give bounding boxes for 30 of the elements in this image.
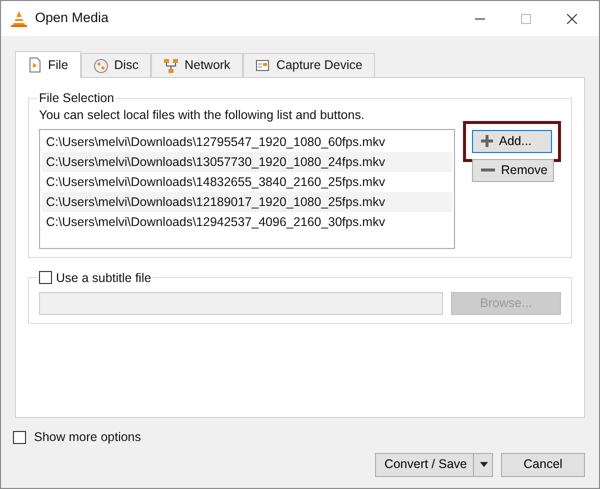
file-item[interactable]: C:\Users\melvi\Downloads\12795547_1920_1080_60fps.mkv: [42, 132, 452, 152]
screen-icon: [256, 58, 270, 74]
tab[interactable]: Network: [151, 53, 244, 77]
maximize-icon: [521, 14, 531, 24]
plus-icon: [481, 135, 493, 148]
hint-text: You can select local files with the following list and buttons.: [39, 107, 366, 124]
file-item[interactable]: C:\Users\melvi\Downloads\12942537_4096_2160_30fps.mkv: [42, 212, 452, 232]
file-icon: [28, 57, 42, 73]
file-item[interactable]: C:\Users\melvi\Downloads\14832655_3840_2160_25fps.mkv: [42, 172, 452, 192]
group-title: File Selection: [38, 90, 116, 106]
cone-icon: [11, 10, 27, 28]
network-icon: [164, 58, 178, 74]
tab[interactable]: Disc: [81, 53, 152, 77]
cancel-button[interactable]: Cancel: [501, 452, 585, 477]
checkbox-label: Show more options: [34, 429, 142, 446]
add-button[interactable]: Add...: [472, 130, 552, 153]
window-title: Open Media: [35, 9, 109, 28]
tab[interactable]: Capture Device: [243, 53, 376, 77]
file-item[interactable]: C:\Users\melvi\Downloads\13057730_1920_1080_24fps.mkv: [42, 152, 452, 172]
subtitle-field[interactable]: [39, 292, 443, 315]
checkbox-label: Use a subtitle file: [56, 270, 152, 286]
close-icon: [567, 14, 577, 24]
remove-button[interactable]: Remove: [472, 158, 554, 182]
checkbox[interactable]: [39, 271, 52, 284]
dropdown-icon: [480, 462, 488, 468]
convert-save-button[interactable]: Convert / Save: [375, 452, 493, 477]
tab[interactable]: File: [15, 51, 82, 78]
file-item[interactable]: C:\Users\melvi\Downloads\12189017_1920_1080_25fps.mkv: [42, 192, 452, 212]
checkbox[interactable]: [13, 430, 26, 444]
disc-icon: [94, 58, 108, 74]
